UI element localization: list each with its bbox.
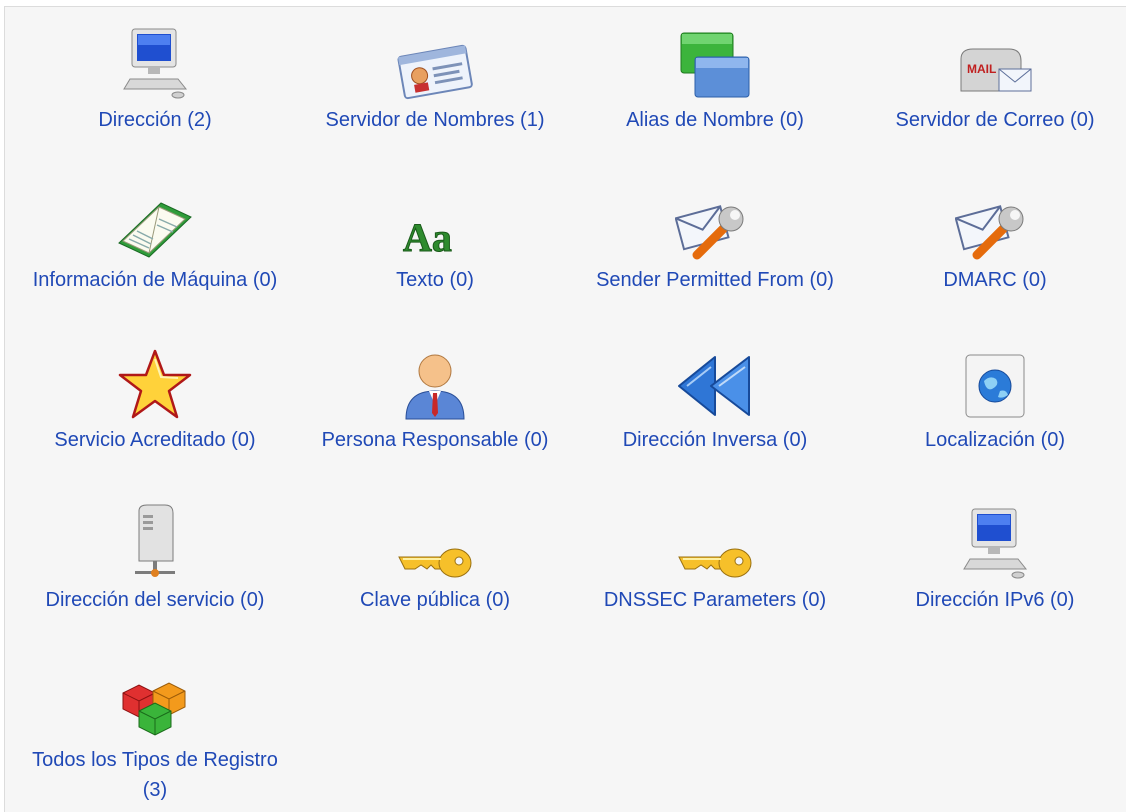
record-type-reverse-address[interactable]: Dirección Inversa (0) xyxy=(575,343,855,455)
record-type-label: Clave pública (0) xyxy=(359,589,511,611)
record-type-label: Texto (0) xyxy=(396,269,474,291)
computer-monitor-icon xyxy=(115,23,195,101)
record-type-responsible-person[interactable]: Persona Responsable (0) xyxy=(295,343,575,455)
cubes-icon xyxy=(115,663,195,741)
record-type-address[interactable]: Dirección (2) xyxy=(15,23,295,135)
globe-icon xyxy=(955,343,1035,421)
computer-monitor-icon xyxy=(955,503,1035,581)
open-book-icon xyxy=(115,183,195,261)
record-type-dnssec-parameters[interactable]: DNSSEC Parameters (0) xyxy=(575,503,855,615)
rewind-arrows-icon xyxy=(675,343,755,421)
server-tower-icon xyxy=(115,503,195,581)
mail-wrench-icon xyxy=(955,183,1035,261)
record-type-location[interactable]: Localización (0) xyxy=(855,343,1126,455)
record-type-host-info[interactable]: Información de Máquina (0) xyxy=(15,183,295,295)
record-type-label: Persona Responsable (0) xyxy=(321,429,549,451)
record-type-well-known-service[interactable]: Servicio Acreditado (0) xyxy=(15,343,295,455)
key-icon xyxy=(395,503,475,581)
record-type-label: DMARC (0) xyxy=(943,269,1047,291)
record-type-label: Dirección del servicio (0) xyxy=(45,589,265,611)
record-type-label: Dirección Inversa (0) xyxy=(622,429,808,451)
star-icon xyxy=(115,343,195,421)
id-card-icon xyxy=(395,23,475,101)
record-type-dmarc[interactable]: DMARC (0) xyxy=(855,183,1126,295)
record-type-name-alias[interactable]: Alias de Nombre (0) xyxy=(575,23,855,135)
record-type-all[interactable]: Todos los Tipos de Registro (3) xyxy=(15,663,295,805)
record-type-spf[interactable]: Sender Permitted From (0) xyxy=(575,183,855,295)
record-types-panel: Dirección (2) Servidor de Nombres (1) Al… xyxy=(4,6,1126,812)
record-type-label: Información de Máquina (0) xyxy=(32,269,278,291)
alias-windows-icon xyxy=(675,23,755,101)
record-type-label: Dirección IPv6 (0) xyxy=(915,589,1075,611)
key-icon xyxy=(675,503,755,581)
record-type-label: Alias de Nombre (0) xyxy=(626,109,804,131)
text-aa-icon: Aa xyxy=(395,183,475,261)
record-type-label: Localización (0) xyxy=(924,429,1066,451)
mail-wrench-icon xyxy=(675,183,755,261)
record-type-label: DNSSEC Parameters (0) xyxy=(603,589,827,611)
svg-text:MAIL: MAIL xyxy=(967,62,996,76)
mailbox-icon: MAIL xyxy=(955,23,1035,101)
record-type-service-address[interactable]: Dirección del servicio (0) xyxy=(15,503,295,615)
record-type-label: Todos los Tipos de Registro (3) xyxy=(32,749,278,801)
record-type-label: Servicio Acreditado (0) xyxy=(54,429,256,451)
record-type-mail-server[interactable]: MAIL Servidor de Correo (0) xyxy=(855,23,1126,135)
record-type-label: Servidor de Correo (0) xyxy=(895,109,1095,131)
record-type-label: Servidor de Nombres (1) xyxy=(325,109,545,131)
svg-text:Aa: Aa xyxy=(403,215,452,260)
record-type-name-server[interactable]: Servidor de Nombres (1) xyxy=(295,23,575,135)
person-icon xyxy=(395,343,475,421)
record-type-public-key[interactable]: Clave pública (0) xyxy=(295,503,575,615)
record-type-label: Sender Permitted From (0) xyxy=(596,269,834,291)
record-type-text[interactable]: Aa Texto (0) xyxy=(295,183,575,295)
record-type-ipv6-address[interactable]: Dirección IPv6 (0) xyxy=(855,503,1126,615)
record-type-label: Dirección (2) xyxy=(98,109,212,131)
